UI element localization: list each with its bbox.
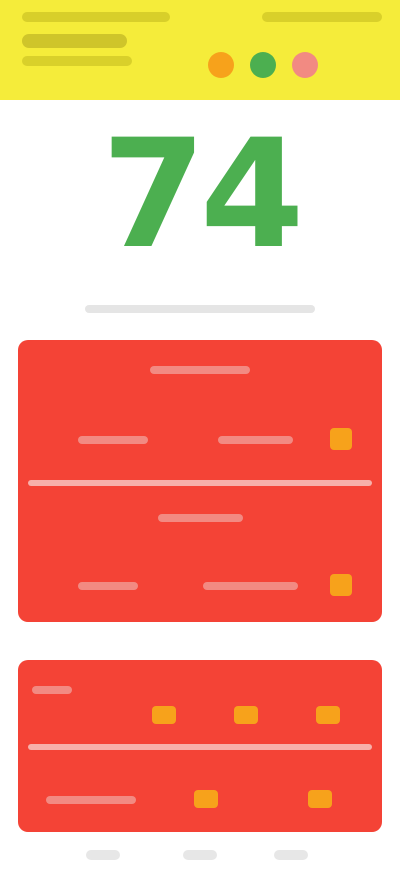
result-block[interactable]	[18, 340, 382, 480]
results-panel	[18, 340, 382, 622]
details-panel	[18, 660, 382, 832]
status-indicator-icon	[308, 790, 332, 808]
block-title-line	[150, 366, 250, 374]
block-metric-line	[218, 436, 293, 444]
status-indicator-icon	[234, 706, 258, 724]
status-indicator-icon	[330, 428, 352, 450]
top-bar	[0, 0, 400, 100]
block-metric-line	[78, 582, 138, 590]
row-label-line	[32, 686, 72, 694]
header-right-text-line	[262, 12, 382, 22]
score-value: 74	[101, 108, 305, 282]
header-title-line	[22, 34, 127, 48]
detail-row[interactable]	[18, 750, 382, 832]
status-indicator-icon	[194, 790, 218, 808]
header-text-line	[22, 12, 170, 22]
status-dot-icon[interactable]	[208, 52, 234, 78]
row-label-line	[46, 796, 136, 804]
status-dot-icon[interactable]	[250, 52, 276, 78]
header-text-line	[22, 56, 132, 66]
status-indicator-icon	[330, 574, 352, 596]
bottom-tab[interactable]	[86, 850, 120, 860]
block-metric-line	[203, 582, 298, 590]
status-dots	[208, 52, 318, 78]
bottom-tab[interactable]	[183, 850, 217, 860]
status-indicator-icon	[152, 706, 176, 724]
block-title-line	[158, 514, 243, 522]
bottom-tab[interactable]	[274, 850, 308, 860]
score-caption-line	[85, 305, 315, 313]
status-indicator-icon	[316, 706, 340, 724]
block-metric-line	[78, 436, 148, 444]
status-dot-icon[interactable]	[292, 52, 318, 78]
detail-row[interactable]	[18, 660, 382, 744]
result-block[interactable]	[18, 486, 382, 622]
